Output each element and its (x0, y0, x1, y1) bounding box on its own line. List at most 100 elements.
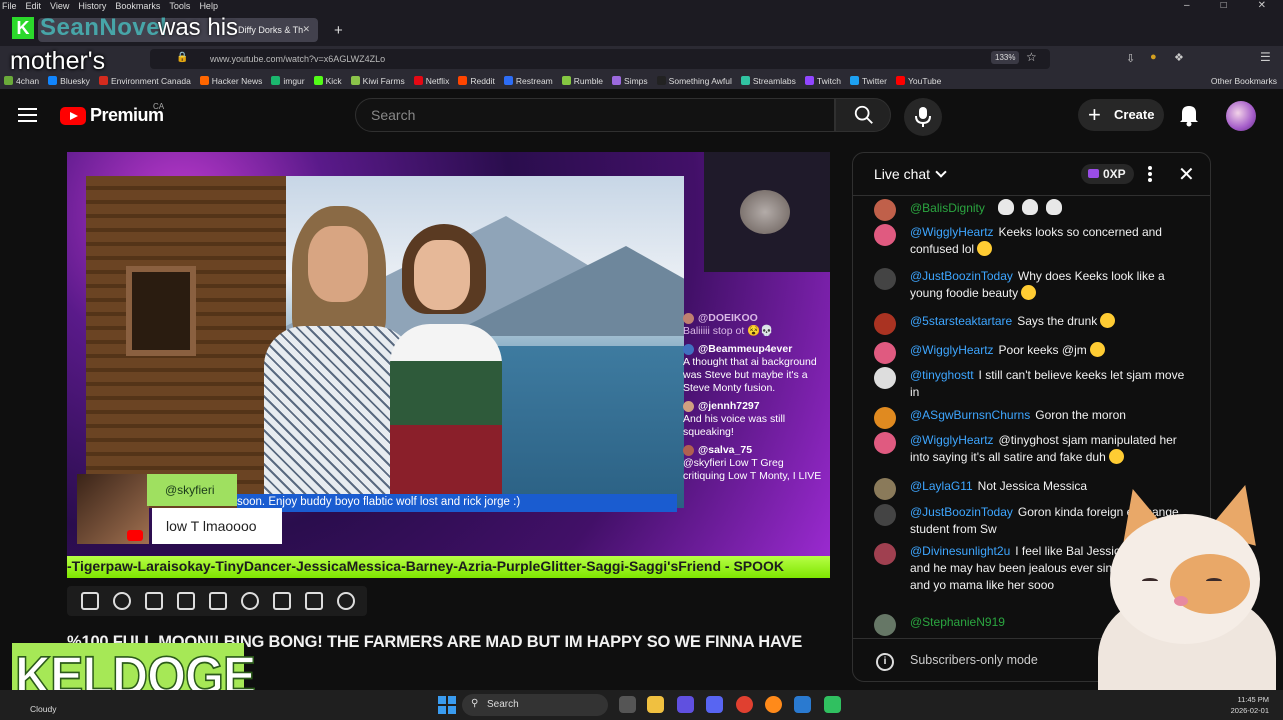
task-view-icon[interactable] (619, 696, 636, 713)
chat-avatar[interactable] (874, 367, 896, 389)
chat-author[interactable]: @LaylaG11 (910, 479, 973, 493)
gear-icon[interactable] (337, 592, 355, 610)
new-tab-icon[interactable]: + (334, 22, 343, 39)
screen-record-icon[interactable] (145, 592, 163, 610)
loop-icon[interactable] (81, 592, 99, 610)
bookmark-item[interactable]: Streamlabs (740, 76, 796, 86)
url-bar[interactable]: 🔒 www.youtube.com/watch?v=x6AGLWZ4ZLo (150, 49, 1050, 69)
chat-author[interactable]: @tinyghostt (910, 368, 974, 382)
video-player[interactable]: soon. Enjoy buddy boyo flabtic wolf lost… (67, 152, 830, 556)
lock-icon: 🔒 (176, 52, 189, 63)
extension-icon[interactable]: ● (1150, 51, 1157, 63)
clip-icon[interactable] (177, 592, 195, 610)
search-button[interactable] (835, 98, 891, 132)
bookmark-item[interactable]: Twitter (849, 76, 887, 86)
menu-help[interactable]: Help (199, 1, 218, 11)
download-icon[interactable]: ⇩ (1126, 52, 1135, 65)
tab-close-icon[interactable]: ✕ (302, 24, 310, 35)
copilot-icon[interactable] (677, 696, 694, 713)
bookmark-item[interactable]: Netflix (413, 76, 449, 86)
chat-avatar[interactable] (874, 268, 896, 290)
bookmark-item[interactable]: Restream (503, 76, 553, 86)
chat-author[interactable]: @WigglyHeartz (910, 433, 994, 447)
broadcast-icon[interactable] (113, 592, 131, 610)
bookmark-item[interactable]: Kiwi Farms (350, 76, 405, 86)
menu-tools[interactable]: Tools (169, 1, 190, 11)
bookmark-item[interactable]: Reddit (458, 76, 495, 86)
picture-icon[interactable] (209, 592, 227, 610)
app-icon[interactable] (736, 696, 753, 713)
chat-author[interactable]: @WigglyHeartz (910, 225, 994, 239)
chat-avatar[interactable] (874, 199, 896, 221)
menu-bookmarks[interactable]: Bookmarks (115, 1, 160, 11)
bookmark-item[interactable]: 4chan (4, 76, 39, 86)
chat-author[interactable]: @Divinesunlight2u (910, 544, 1010, 558)
chat-author[interactable]: @StephanieN919 (910, 615, 1005, 629)
create-button[interactable]: + Create (1078, 99, 1164, 131)
info-icon[interactable]: i (876, 653, 894, 671)
menu-history[interactable]: History (78, 1, 106, 11)
bookmark-item[interactable]: Hacker News (199, 76, 262, 86)
zoom-level[interactable]: 133% (991, 51, 1020, 64)
chat-avatar[interactable] (874, 224, 896, 246)
camera-icon[interactable] (305, 592, 323, 610)
firefox-icon[interactable] (765, 696, 782, 713)
close-chat-icon[interactable]: ✕ (1178, 162, 1195, 187)
add-icon[interactable] (273, 592, 291, 610)
store-icon[interactable] (794, 696, 811, 713)
bookmark-item[interactable]: YouTube (895, 75, 942, 86)
bookmark-item[interactable]: imgur (271, 76, 305, 86)
chat-avatar[interactable] (874, 342, 896, 364)
other-bookmarks[interactable]: Other Bookmarks (1211, 76, 1277, 86)
chat-avatar[interactable] (874, 504, 896, 526)
chat-author[interactable]: @ASgwBurnsnChurns (910, 408, 1030, 422)
chat-avatar[interactable] (874, 543, 896, 565)
system-clock[interactable]: 11:45 PM 2026-02-01 (1231, 694, 1269, 716)
bookmark-item[interactable]: Environment Canada (98, 76, 191, 86)
close-icon[interactable]: ✕ (1258, 0, 1266, 11)
star-icon[interactable]: ☆ (1026, 50, 1037, 64)
bookmark-item[interactable]: Something Awful (656, 76, 732, 86)
menu-edit[interactable]: Edit (26, 1, 42, 11)
windows-start-icon[interactable] (438, 696, 456, 714)
chat-author[interactable]: @BalisDignity (910, 201, 985, 215)
chat-author[interactable]: @5starsteaktartare (910, 314, 1012, 328)
chat-author[interactable]: @JustBoozinToday (910, 505, 1013, 519)
minimize-icon[interactable]: – (1184, 0, 1190, 11)
weather-widget[interactable]: Cloudy (30, 704, 56, 714)
file-explorer-icon[interactable] (647, 696, 664, 713)
menu-icon[interactable] (18, 108, 37, 122)
streamlabs-icon[interactable] (824, 696, 841, 713)
menu-file[interactable]: File (2, 1, 17, 11)
search-input[interactable]: Search (355, 98, 835, 132)
live-chat-dropdown[interactable]: Live chat (874, 166, 947, 182)
bookmark-item[interactable]: Simps (612, 76, 648, 86)
bookmark-item[interactable]: Bluesky (48, 76, 90, 86)
voice-search-button[interactable] (904, 98, 942, 136)
notifications-bell-icon[interactable] (1178, 103, 1200, 132)
chat-avatar[interactable] (874, 407, 896, 429)
youtube-logo-icon[interactable] (60, 107, 86, 125)
taskbar-search[interactable]: ⚲ Search (462, 694, 608, 716)
speed-icon[interactable] (241, 592, 259, 610)
menu-view[interactable]: View (50, 1, 69, 11)
xp-badge[interactable]: 0XP (1081, 164, 1134, 184)
bookmark-item[interactable]: Kick (313, 76, 342, 86)
maximize-icon[interactable]: □ (1221, 0, 1227, 11)
chat-avatar[interactable] (874, 478, 896, 500)
chat-author[interactable]: @WigglyHeartz (910, 343, 994, 357)
chat-avatar[interactable] (874, 614, 896, 636)
stream-background-image (86, 176, 684, 508)
account-avatar[interactable] (1226, 101, 1256, 131)
app-menu-icon[interactable]: ☰ (1260, 50, 1271, 64)
puzzle-icon[interactable]: ❖ (1174, 51, 1184, 64)
chat-avatar[interactable] (874, 432, 896, 454)
bookmark-item[interactable]: Rumble (561, 76, 603, 86)
chat-avatar[interactable] (874, 313, 896, 335)
bookmark-label: YouTube (907, 75, 942, 86)
bookmark-item[interactable]: Twitch (804, 76, 841, 86)
discord-icon[interactable] (706, 696, 723, 713)
emoji-icon (1108, 449, 1124, 464)
chat-author[interactable]: @JustBoozinToday (910, 269, 1013, 283)
more-options-icon[interactable] (1148, 166, 1152, 184)
